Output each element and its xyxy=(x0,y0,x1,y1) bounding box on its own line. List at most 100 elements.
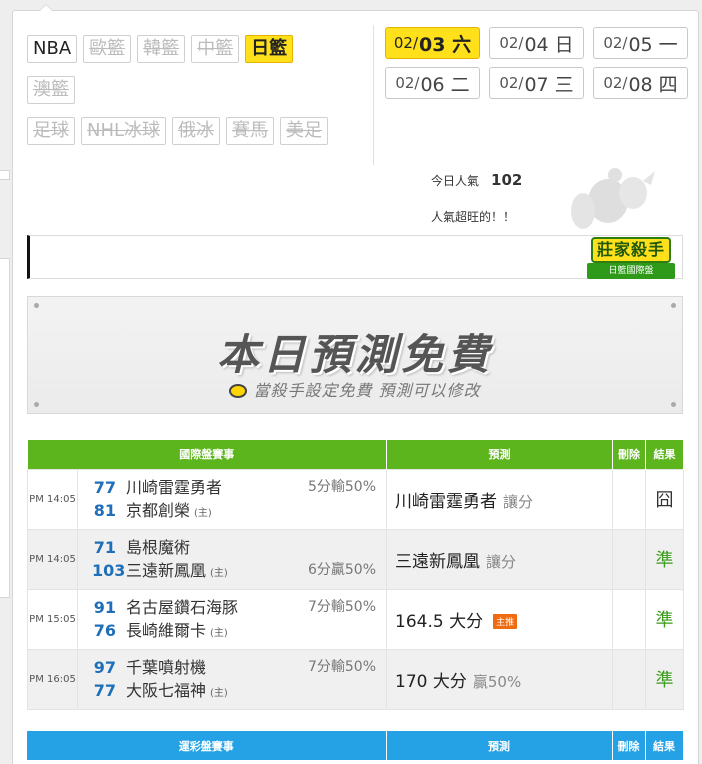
prediction-pick: 170 大分 xyxy=(395,671,467,692)
left-page-edge xyxy=(0,258,10,598)
team-line: 91 名古屋鑽石海豚 7分輸50% xyxy=(92,596,386,619)
delete-cell[interactable] xyxy=(612,528,646,590)
sport-tag[interactable]: 歐籃 xyxy=(83,35,132,63)
team-score: 81 xyxy=(93,501,116,520)
match-time: PM 15:05 xyxy=(27,588,78,650)
top-pick-badge: 主推 xyxy=(493,613,518,629)
result-cell: 準 xyxy=(645,528,684,590)
delete-cell[interactable] xyxy=(612,468,646,530)
team-score: 97 xyxy=(93,658,116,677)
header-match: 國際盤賽事 xyxy=(27,440,387,469)
team-line: 76 長崎維爾卡 (主) xyxy=(92,619,386,642)
team-name: 長崎維爾卡 xyxy=(126,621,207,640)
team-name: 島根魔術 xyxy=(126,538,191,557)
match-teams: 97 千葉噴射機 7分輸50% 77 大阪七福神 (主) xyxy=(77,648,387,710)
team-score: 71 xyxy=(93,538,116,557)
match-teams: 77 川崎雷霆勇者 5分輸50% 81 京都創榮 (主) xyxy=(77,468,387,530)
date-day: 04 日 xyxy=(524,33,574,56)
date-selector: 02/03 六 02/04 日 02/05 一 02/06 二 02/07 三 02/08… xyxy=(385,27,688,99)
odds-text: 7分輸50% xyxy=(307,599,376,615)
date-month: 02/ xyxy=(393,34,419,52)
home-marker: (主) xyxy=(194,508,212,519)
team-line: 97 千葉噴射機 7分輸50% xyxy=(92,656,386,679)
date-button[interactable]: 02/05 一 xyxy=(593,27,688,59)
sport-row-2: 澳籃 xyxy=(27,76,367,104)
team-score: 77 xyxy=(93,681,116,700)
mascot-silhouette-icon xyxy=(571,168,655,229)
match-time: PM 16:05 xyxy=(27,648,78,710)
sport-tag[interactable]: 中籃 xyxy=(191,35,240,63)
home-marker: (主) xyxy=(210,688,228,699)
header-result: 結果 xyxy=(645,440,684,469)
team-line: 81 京都創榮 (主) xyxy=(92,499,386,522)
date-month: 02/ xyxy=(603,74,628,92)
date-button[interactable]: 02/08 四 xyxy=(593,67,688,99)
intl-table-body: PM 14:05 77 川崎雷霆勇者 5分輸50% 81 京都創榮 (主) 川崎雷霆勇者 讓分囧… xyxy=(27,468,684,710)
bulb-icon xyxy=(229,384,248,398)
banner-title: 本日預測免費 xyxy=(216,330,493,379)
date-button[interactable]: 02/04 日 xyxy=(489,27,584,59)
delete-cell[interactable] xyxy=(612,648,646,710)
header-prediction: 預測 xyxy=(386,731,613,760)
odds-text: 7分輸50% xyxy=(307,659,376,675)
sport-tag[interactable]: 澳籃 xyxy=(27,76,75,104)
sport-tag[interactable]: 美足 xyxy=(280,117,329,145)
rivet xyxy=(34,402,39,407)
prediction-cell: 170 大分 贏50% xyxy=(386,648,613,710)
date-day: 07 三 xyxy=(524,73,574,96)
date-month: 02/ xyxy=(395,74,420,92)
header-prediction: 預測 xyxy=(386,440,613,469)
date-day: 05 一 xyxy=(628,33,678,56)
sport-tag[interactable]: 足球 xyxy=(27,117,75,145)
table-row: PM 15:05 91 名古屋鑽石海豚 7分輸50% 76 長崎維爾卡 (主) 164.5 大… xyxy=(27,588,684,650)
banker-killer-badge: 莊家殺手 日籃國際盤 xyxy=(583,233,677,285)
table-row: PM 14:05 71 島根魔術 103三遠新鳳凰 (主) 6分贏50% 三遠新鳳凰 讓分準 xyxy=(27,528,684,590)
match-teams: 71 島根魔術 103三遠新鳳凰 (主) 6分贏50% xyxy=(77,528,387,590)
team-score: 91 xyxy=(93,598,116,617)
date-day: 03 六 xyxy=(419,33,472,56)
delete-cell[interactable] xyxy=(612,588,646,650)
sport-tag[interactable]: 韓籃 xyxy=(137,35,186,63)
match-time: PM 14:05 xyxy=(27,528,78,590)
team-name: 千葉噴射機 xyxy=(126,658,207,677)
sport-tag[interactable]: NHL冰球 xyxy=(81,117,167,145)
prediction-pick: 三遠新鳳凰 xyxy=(395,551,480,572)
odds-text: 6分贏50% xyxy=(307,562,376,578)
prediction-pick: 川崎雷霆勇者 xyxy=(395,491,497,512)
prediction-cell: 三遠新鳳凰 讓分 xyxy=(386,528,613,590)
result-cell: 囧 xyxy=(645,468,684,530)
sport-tag[interactable]: 賽馬 xyxy=(226,117,275,145)
badge-subtitle: 日籃國際盤 xyxy=(587,263,675,279)
free-prediction-banner: 本日預測免費 當殺手設定免費 預測可以修改 xyxy=(27,296,683,414)
sport-tag[interactable]: 俄冰 xyxy=(172,117,221,145)
team-line: 77 大阪七福神 (主) xyxy=(92,679,386,702)
odds-text: 5分輸50% xyxy=(307,479,376,495)
team-line: 71 島根魔術 xyxy=(92,536,386,559)
team-name: 京都創榮 xyxy=(126,501,191,520)
rivet xyxy=(34,303,39,308)
intl-match-table: 國際盤賽事 預測 刪除 結果 PM 14:05 77 川崎雷霆勇者 5分輸50% 81 京… xyxy=(27,440,684,710)
header-delete: 刪除 xyxy=(612,440,646,469)
table-header: 運彩盤賽事 預測 刪除 結果 xyxy=(27,731,684,760)
date-month: 02/ xyxy=(499,34,524,52)
rivet xyxy=(671,303,676,308)
sport-tag[interactable]: 日籃 xyxy=(245,35,294,63)
home-marker: (主) xyxy=(210,628,228,639)
team-score: 76 xyxy=(93,621,116,640)
date-button[interactable]: 02/06 二 xyxy=(385,67,480,99)
header-delete: 刪除 xyxy=(612,731,646,760)
prediction-note: 讓分 xyxy=(486,552,517,571)
home-marker: (主) xyxy=(210,568,228,579)
prediction-panel: NBA 歐籃 韓籃 中籃 日籃 澳籃 足球 NHL冰球 俄冰 賽馬 美足 02/03 六 02/0… xyxy=(12,4,699,764)
date-button[interactable]: 02/07 三 xyxy=(489,67,584,99)
team-name: 名古屋鑽石海豚 xyxy=(126,598,239,617)
table-row: PM 16:05 97 千葉噴射機 7分輸50% 77 大阪七福神 (主) 170 大分 贏50… xyxy=(27,648,684,710)
popularity-label: 今日人氣 xyxy=(431,174,480,188)
prediction-note: 贏50% xyxy=(472,672,522,691)
result-cell: 準 xyxy=(645,588,684,650)
date-day: 06 二 xyxy=(420,73,470,96)
prediction-pick: 164.5 大分 xyxy=(395,611,484,632)
prediction-cell: 川崎雷霆勇者 讓分 xyxy=(386,468,613,530)
sport-tag[interactable]: NBA xyxy=(27,35,78,63)
date-button[interactable]: 02/03 六 xyxy=(385,27,480,59)
